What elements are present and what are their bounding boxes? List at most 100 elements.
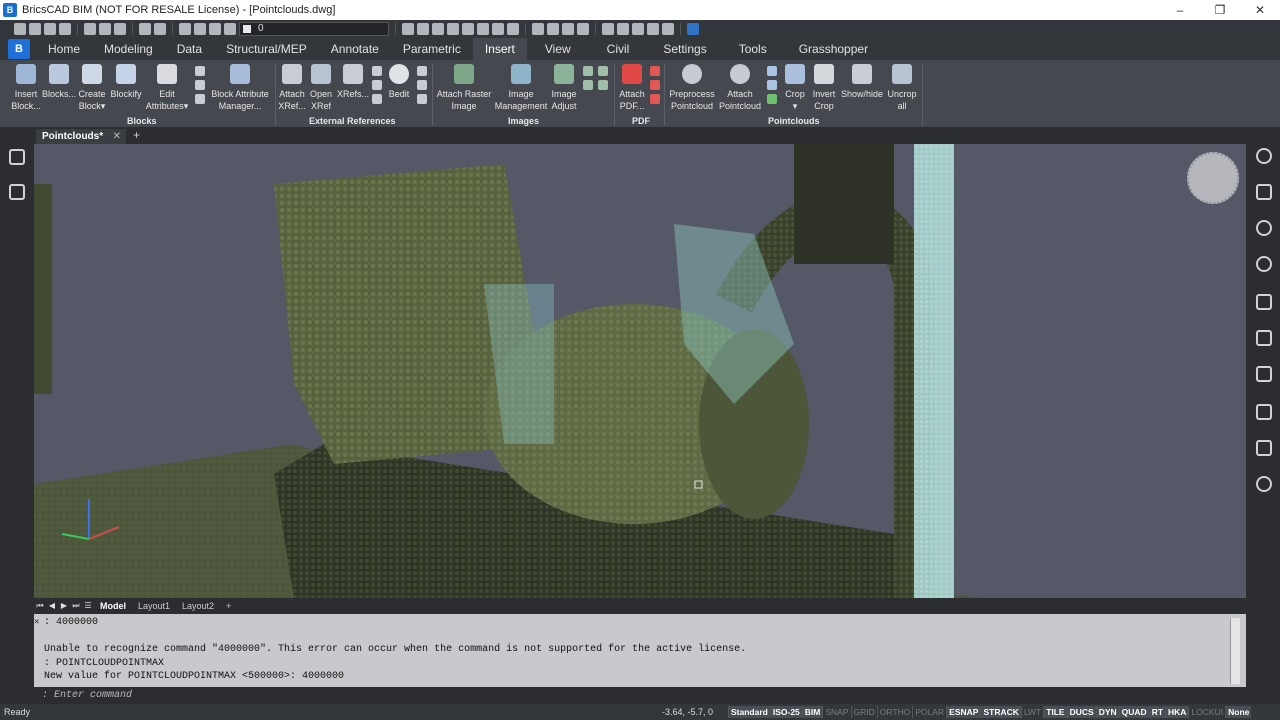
- plot-icon[interactable]: [114, 23, 126, 35]
- print-panel-icon[interactable]: [1256, 440, 1272, 456]
- image-small-1-icon[interactable]: [583, 66, 593, 76]
- block-small-2-icon[interactable]: [195, 80, 205, 90]
- status-toggle-ortho[interactable]: ORTHO: [876, 706, 913, 718]
- preprocess-pointcloud-button[interactable]: Preprocess Pointcloud: [666, 64, 718, 112]
- application-menu-button[interactable]: B: [8, 39, 30, 59]
- image-small-3-icon[interactable]: [583, 80, 593, 90]
- blocks-button[interactable]: Blocks...: [40, 64, 78, 100]
- attach-xref-button[interactable]: Attach XRef...: [276, 64, 308, 112]
- layer-tool-2-icon[interactable]: [417, 23, 429, 35]
- block-attribute-manager-button[interactable]: Block Attribute Manager...: [208, 64, 272, 112]
- status-toggle-quad[interactable]: QUAD: [1118, 706, 1149, 718]
- tab-settings[interactable]: Settings: [647, 38, 722, 60]
- blockify-button[interactable]: Blockify: [107, 64, 145, 100]
- solid-2-icon[interactable]: [547, 23, 559, 35]
- tab-insert[interactable]: Insert: [472, 38, 527, 60]
- status-toggle-hka[interactable]: HKA: [1165, 706, 1189, 718]
- tab-data[interactable]: Data: [165, 38, 214, 60]
- tab-view[interactable]: View: [527, 38, 589, 60]
- attach-pdf-button[interactable]: Attach PDF...: [616, 64, 648, 112]
- new-document-tab-button[interactable]: +: [133, 128, 140, 142]
- last-layout-icon[interactable]: ⏭: [70, 600, 82, 612]
- pdf-small-3-icon[interactable]: [650, 94, 660, 104]
- panel-4-icon[interactable]: [647, 23, 659, 35]
- tab-civil[interactable]: Civil: [589, 38, 648, 60]
- save-as-icon[interactable]: [59, 23, 71, 35]
- xref-small-3-icon[interactable]: [372, 94, 382, 104]
- show-hide-button[interactable]: Show/hide: [839, 64, 885, 100]
- hint-panel-icon[interactable]: [1256, 220, 1272, 236]
- status-toggle-ducs[interactable]: DUCS: [1066, 706, 1096, 718]
- properties-panel-icon[interactable]: [1256, 184, 1272, 200]
- layer-tool-6-icon[interactable]: [477, 23, 489, 35]
- tab-layout1[interactable]: Layout1: [132, 601, 176, 611]
- open-icon[interactable]: [29, 23, 41, 35]
- command-history-scrollbar[interactable]: [1230, 618, 1240, 684]
- status-toggle-lwt[interactable]: LWT: [1020, 706, 1043, 718]
- status-toggle-esnap[interactable]: ESNAP: [946, 706, 981, 718]
- prev-layout-icon[interactable]: ◀: [46, 600, 58, 612]
- status-toggle-iso-25[interactable]: ISO-25: [769, 706, 802, 718]
- layer-tool-8-icon[interactable]: [507, 23, 519, 35]
- image-adjust-button[interactable]: Image Adjust: [548, 64, 580, 112]
- close-button[interactable]: ✕: [1240, 0, 1280, 20]
- pointcloud-small-2-icon[interactable]: [767, 80, 777, 90]
- pdf-small-1-icon[interactable]: [650, 66, 660, 76]
- panel-1-icon[interactable]: [602, 23, 614, 35]
- look-from-widget[interactable]: [1187, 152, 1239, 204]
- layer-tool-5-icon[interactable]: [462, 23, 474, 35]
- block-small-3-icon[interactable]: [195, 94, 205, 104]
- xref-small-2-icon[interactable]: [372, 80, 382, 90]
- lightbulb-panel-icon[interactable]: [1256, 148, 1272, 164]
- first-layout-icon[interactable]: ⏮: [34, 600, 46, 612]
- layout-list-icon[interactable]: ☰: [82, 600, 94, 612]
- home-icon[interactable]: [9, 149, 25, 165]
- panel-3-icon[interactable]: [632, 23, 644, 35]
- print-icon[interactable]: [99, 23, 111, 35]
- solid-4-icon[interactable]: [577, 23, 589, 35]
- panel-2-icon[interactable]: [617, 23, 629, 35]
- lock-icon[interactable]: [209, 23, 221, 35]
- layer-dropdown[interactable]: 0: [239, 22, 389, 36]
- model-viewport[interactable]: [34, 144, 1246, 598]
- tab-layout2[interactable]: Layout2: [176, 601, 220, 611]
- minimize-button[interactable]: –: [1160, 0, 1200, 20]
- add-layout-button[interactable]: +: [220, 601, 237, 611]
- crop-button[interactable]: Crop ▾: [781, 64, 809, 112]
- status-toggle-polar[interactable]: POLAR: [912, 706, 946, 718]
- layer-tool-7-icon[interactable]: [492, 23, 504, 35]
- command-input[interactable]: : Enter command: [34, 688, 1246, 704]
- close-command-line-icon[interactable]: ✕: [34, 616, 42, 630]
- printer-layer-icon[interactable]: [224, 23, 236, 35]
- insert-block-button[interactable]: Insert Block...: [8, 64, 44, 112]
- create-block-button[interactable]: Create Block▾: [74, 64, 110, 112]
- pointcloud-small-3-icon[interactable]: [767, 94, 777, 104]
- solid-1-icon[interactable]: [532, 23, 544, 35]
- tab-annotate[interactable]: Annotate: [319, 38, 391, 60]
- close-tab-icon[interactable]: ✕: [113, 129, 121, 144]
- mechanical-panel-icon[interactable]: [1256, 256, 1272, 272]
- layers-panel-icon[interactable]: [1256, 366, 1272, 382]
- status-toggle-grid[interactable]: GRID: [850, 706, 877, 718]
- solid-3-icon[interactable]: [562, 23, 574, 35]
- tab-home[interactable]: Home: [36, 38, 92, 60]
- layer-tool-3-icon[interactable]: [432, 23, 444, 35]
- layer-tool-4-icon[interactable]: [447, 23, 459, 35]
- undo-icon[interactable]: [139, 23, 151, 35]
- edit-attributes-button[interactable]: Edit Attributes▾: [142, 64, 192, 112]
- status-toggle-dyn[interactable]: DYN: [1095, 706, 1119, 718]
- status-toggle-tile[interactable]: TILE: [1043, 706, 1067, 718]
- block-small-1-icon[interactable]: [195, 66, 205, 76]
- status-toggle-bim[interactable]: BIM: [801, 706, 823, 718]
- bedit-button[interactable]: Bedit: [385, 64, 413, 100]
- lightbulb-icon[interactable]: [179, 23, 191, 35]
- layer-tool-1-icon[interactable]: [402, 23, 414, 35]
- profile-panel-icon[interactable]: [1256, 330, 1272, 346]
- image-small-2-icon[interactable]: [598, 66, 608, 76]
- new-icon[interactable]: [14, 23, 26, 35]
- status-toggle-rt[interactable]: RT: [1148, 706, 1166, 718]
- status-toggle-none[interactable]: None: [1225, 706, 1252, 718]
- attach-raster-image-button[interactable]: Attach Raster Image: [435, 64, 493, 112]
- tab-tools[interactable]: Tools: [723, 38, 783, 60]
- document-tab-pointclouds[interactable]: Pointclouds* ✕: [36, 129, 126, 144]
